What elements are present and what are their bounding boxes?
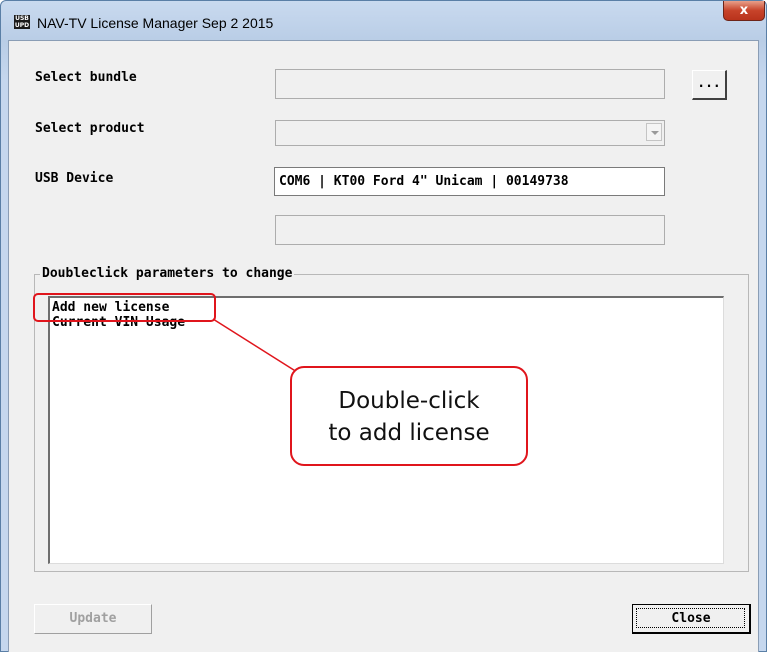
callout-annotation: Double-click to add license [290, 366, 528, 466]
callout-line-2: to add license [328, 420, 490, 446]
focus-indicator [636, 608, 745, 628]
close-button[interactable]: Close [632, 604, 751, 634]
callout-line-1: Double-click [338, 388, 480, 414]
update-button[interactable]: Update [34, 604, 152, 634]
callout-pointer-line [212, 318, 298, 373]
